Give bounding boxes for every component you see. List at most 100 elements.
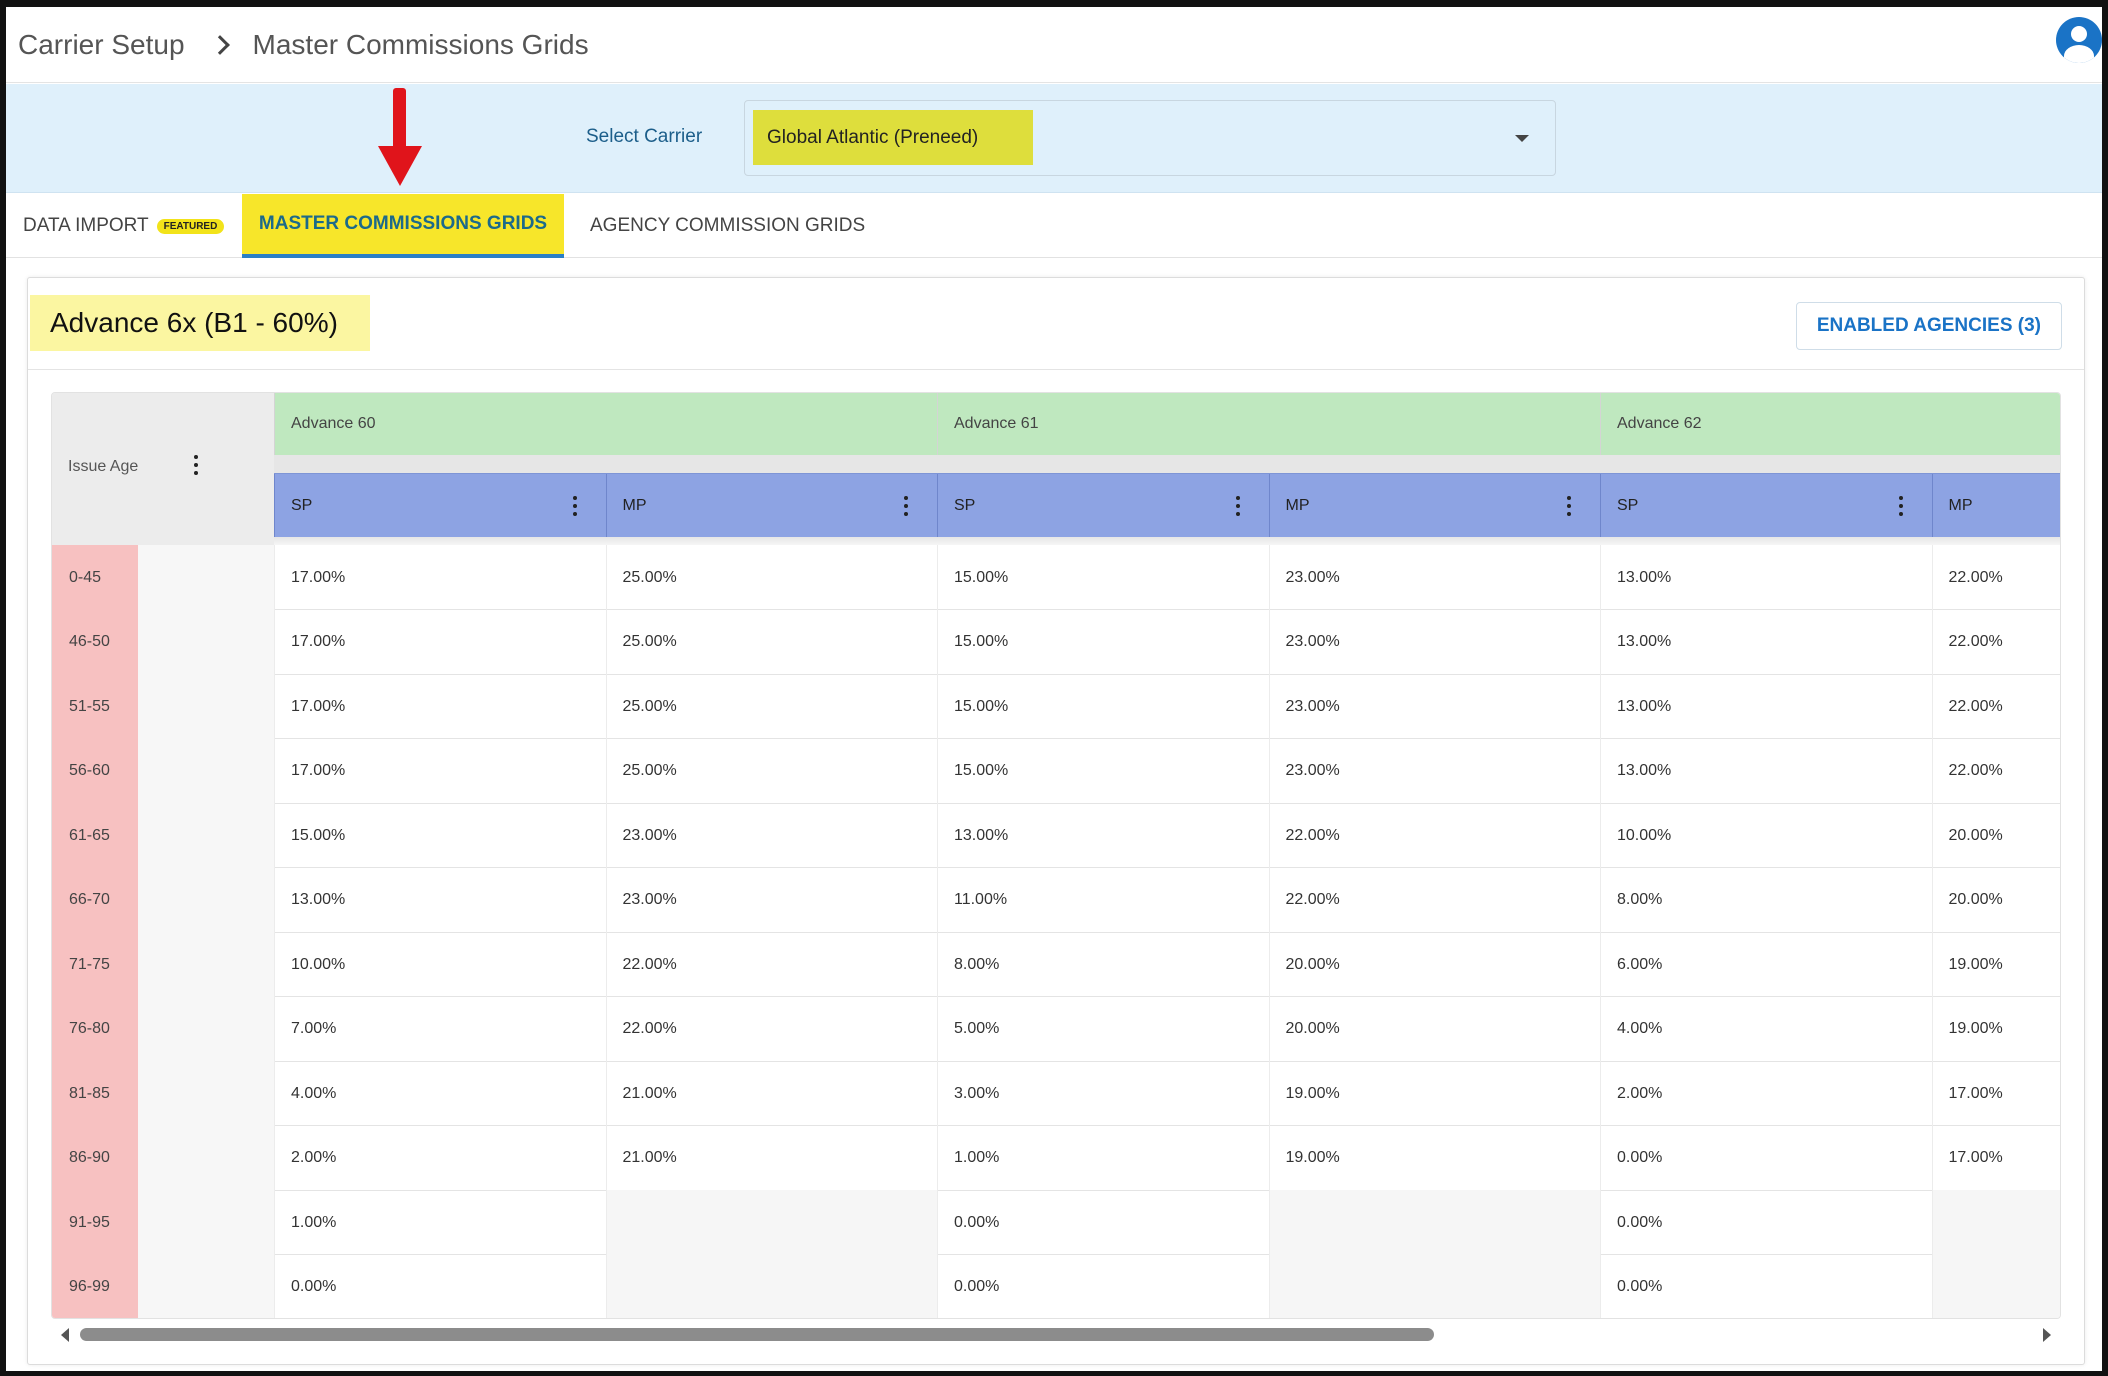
- commission-value-cell[interactable]: 2.00%: [1600, 1061, 1932, 1126]
- more-vertical-icon[interactable]: [572, 496, 578, 516]
- commission-value-cell[interactable]: 0.00%: [1600, 1190, 1932, 1255]
- subcolumn-header-mp[interactable]: MP: [1931, 474, 2061, 538]
- commission-value-cell[interactable]: [1931, 1190, 2060, 1255]
- commission-value-cell[interactable]: 5.00%: [937, 996, 1269, 1062]
- commission-value-cell[interactable]: 13.00%: [1600, 738, 1932, 804]
- commission-value-cell[interactable]: 22.00%: [1268, 803, 1601, 868]
- subcolumn-header-mp[interactable]: MP: [1268, 474, 1601, 538]
- commission-value-cell[interactable]: 8.00%: [1600, 867, 1932, 933]
- commission-value-cell[interactable]: 15.00%: [274, 803, 606, 868]
- commission-value-cell[interactable]: 23.00%: [605, 803, 938, 868]
- commission-value-cell[interactable]: 22.00%: [605, 932, 938, 997]
- commission-value-cell[interactable]: 23.00%: [1268, 738, 1601, 804]
- commission-value-cell[interactable]: 7.00%: [274, 996, 606, 1062]
- commission-value-cell[interactable]: 20.00%: [1268, 996, 1601, 1062]
- commission-value-cell[interactable]: 13.00%: [1600, 609, 1932, 675]
- commission-value-cell[interactable]: 0.00%: [937, 1190, 1269, 1255]
- more-vertical-icon[interactable]: [1898, 496, 1904, 516]
- commission-value-cell[interactable]: [1268, 1190, 1600, 1255]
- commission-value-cell[interactable]: 13.00%: [1600, 674, 1932, 739]
- commission-value-cell[interactable]: 19.00%: [1931, 996, 2061, 1062]
- commission-value-cell[interactable]: 4.00%: [1600, 996, 1932, 1062]
- subcolumn-header-sp[interactable]: SP: [1600, 474, 1932, 538]
- commission-value-cell[interactable]: 8.00%: [937, 932, 1269, 997]
- tab-agency-commission-grids[interactable]: AGENCY COMMISSION GRIDS: [590, 194, 865, 258]
- commission-value-cell[interactable]: 20.00%: [1268, 932, 1601, 997]
- commission-value-cell[interactable]: 23.00%: [605, 867, 938, 933]
- commission-value-cell[interactable]: 17.00%: [274, 738, 606, 804]
- commission-value-cell[interactable]: 25.00%: [605, 674, 938, 739]
- commission-value-cell[interactable]: 23.00%: [1268, 609, 1601, 675]
- commission-value-cell[interactable]: 11.00%: [937, 867, 1269, 933]
- scrollbar-thumb[interactable]: [80, 1328, 1434, 1341]
- tab-data-import[interactable]: DATA IMPORT FEATURED: [23, 194, 225, 258]
- commission-value-cell[interactable]: 19.00%: [1268, 1125, 1601, 1191]
- commission-value-cell[interactable]: 19.00%: [1268, 1061, 1601, 1126]
- commission-value-cell[interactable]: 17.00%: [274, 609, 606, 675]
- commission-value-cell[interactable]: 1.00%: [937, 1125, 1269, 1191]
- commission-value-cell[interactable]: 25.00%: [605, 738, 938, 804]
- commission-value-cell[interactable]: 6.00%: [1600, 932, 1932, 997]
- commission-value-cell[interactable]: 0.00%: [937, 1254, 1269, 1318]
- commission-value-cell[interactable]: 17.00%: [1931, 1061, 2061, 1126]
- scroll-left-icon[interactable]: [61, 1328, 69, 1342]
- commission-value-cell[interactable]: 23.00%: [1268, 674, 1601, 739]
- commission-value-cell[interactable]: [1268, 1254, 1600, 1318]
- tab-master-commissions-grids[interactable]: MASTER COMMISSIONS GRIDS: [242, 194, 564, 258]
- commission-value-cell[interactable]: 22.00%: [1268, 867, 1601, 933]
- group-header-advance-2[interactable]: Advance 62: [1600, 393, 2060, 455]
- commission-value-cell[interactable]: 13.00%: [1600, 545, 1932, 610]
- commission-value-cell[interactable]: 10.00%: [274, 932, 606, 997]
- commission-value-cell[interactable]: 0.00%: [274, 1254, 606, 1318]
- commission-value-cell[interactable]: 21.00%: [605, 1125, 938, 1191]
- commission-value-cell[interactable]: 10.00%: [1600, 803, 1932, 868]
- avatar-body: [2064, 45, 2094, 63]
- more-vertical-icon[interactable]: [193, 455, 199, 475]
- commission-value-cell[interactable]: 19.00%: [1931, 932, 2061, 997]
- subcolumn-header-sp[interactable]: SP: [274, 474, 606, 538]
- commission-value-cell[interactable]: 4.00%: [274, 1061, 606, 1126]
- commission-value-cell[interactable]: 23.00%: [1268, 545, 1601, 610]
- subcolumn-header-sp[interactable]: SP: [937, 474, 1269, 538]
- commission-value-cell[interactable]: 13.00%: [937, 803, 1269, 868]
- commission-value-cell[interactable]: 15.00%: [937, 674, 1269, 739]
- commission-value-cell[interactable]: 0.00%: [1600, 1125, 1932, 1191]
- commission-value-cell[interactable]: [605, 1254, 937, 1318]
- more-vertical-icon[interactable]: [1235, 496, 1241, 516]
- scroll-right-icon[interactable]: [2043, 1328, 2051, 1342]
- commission-value-cell[interactable]: 1.00%: [274, 1190, 606, 1255]
- commission-value-cell[interactable]: 15.00%: [937, 545, 1269, 610]
- commission-value-cell[interactable]: 0.00%: [1600, 1254, 1932, 1318]
- issue-age-header[interactable]: Issue Age: [52, 393, 274, 545]
- carrier-dropdown[interactable]: Global Atlantic (Preneed): [744, 100, 1556, 176]
- commission-value-cell[interactable]: 20.00%: [1931, 867, 2061, 933]
- breadcrumb-carrier-setup[interactable]: Carrier Setup: [18, 29, 185, 61]
- commission-value-cell[interactable]: 17.00%: [274, 545, 606, 610]
- commission-value-cell[interactable]: 15.00%: [937, 609, 1269, 675]
- commission-value-cell[interactable]: 22.00%: [1931, 674, 2061, 739]
- horizontal-scrollbar[interactable]: [51, 1320, 2061, 1348]
- commission-value-cell[interactable]: 3.00%: [937, 1061, 1269, 1126]
- commission-value-cell[interactable]: [605, 1190, 937, 1255]
- commission-value-cell[interactable]: 15.00%: [937, 738, 1269, 804]
- more-vertical-icon[interactable]: [1566, 496, 1572, 516]
- commission-value-cell[interactable]: 25.00%: [605, 609, 938, 675]
- commission-value-cell[interactable]: 2.00%: [274, 1125, 606, 1191]
- commission-value-cell[interactable]: [1931, 1254, 2060, 1318]
- group-header-advance-1[interactable]: Advance 61: [937, 393, 1600, 455]
- commission-value-cell[interactable]: 22.00%: [1931, 609, 2061, 675]
- commission-value-cell[interactable]: 20.00%: [1931, 803, 2061, 868]
- commission-value-cell[interactable]: 25.00%: [605, 545, 938, 610]
- commission-value-cell[interactable]: 13.00%: [274, 867, 606, 933]
- commission-value-cell[interactable]: 17.00%: [274, 674, 606, 739]
- enabled-agencies-button[interactable]: ENABLED AGENCIES (3): [1795, 302, 2062, 350]
- commission-value-cell[interactable]: 21.00%: [605, 1061, 938, 1126]
- commission-value-cell[interactable]: 22.00%: [1931, 738, 2061, 804]
- account-circle-icon[interactable]: [2056, 17, 2102, 63]
- group-header-advance-0[interactable]: Advance 60: [274, 393, 937, 455]
- subcolumn-header-mp[interactable]: MP: [605, 474, 938, 538]
- more-vertical-icon[interactable]: [903, 496, 909, 516]
- commission-value-cell[interactable]: 22.00%: [605, 996, 938, 1062]
- commission-value-cell[interactable]: 17.00%: [1931, 1125, 2061, 1191]
- commission-value-cell[interactable]: 22.00%: [1931, 545, 2061, 610]
